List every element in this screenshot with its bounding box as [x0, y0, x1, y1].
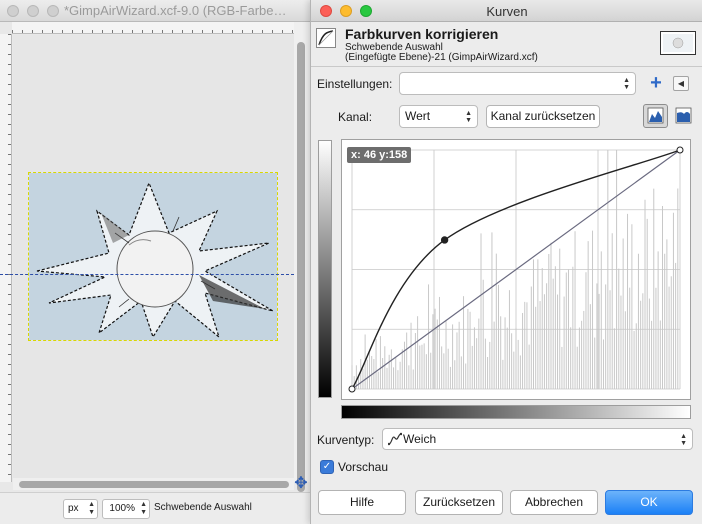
vertical-ruler[interactable] [0, 34, 12, 482]
horizontal-scroll-thumb[interactable] [19, 481, 289, 488]
logarithmic-histogram-icon[interactable] [671, 104, 696, 128]
add-preset-icon[interactable]: + [647, 73, 665, 93]
unit-arrows-icon: ▲ ▼ [88, 501, 95, 516]
sun-drawing-icon [29, 173, 277, 340]
unit-value: px [68, 503, 79, 514]
image-window-titlebar: *GimpAirWizard.xcf-9.0 (RGB-Farbe… [0, 0, 310, 22]
curve-control-point[interactable] [440, 236, 449, 244]
curve-type-arrows-icon: ▲ ▼ [680, 433, 687, 447]
dialog-heading: Farbkurven korrigieren [345, 26, 499, 42]
reset-button[interactable]: Zurücksetzen [415, 490, 503, 515]
curve-graph[interactable] [342, 140, 690, 399]
minimize-dot-icon[interactable] [27, 5, 39, 17]
channel-label: Kanal: [338, 110, 373, 124]
zoom-value: 100% [109, 503, 135, 514]
maximize-dot-icon[interactable] [47, 5, 59, 17]
preview-label[interactable]: Vorschau [338, 460, 388, 474]
linear-histogram-icon[interactable] [643, 104, 668, 128]
coordinate-readout: x: 46 y:158 [347, 147, 412, 163]
settings-label: Einstellungen: [317, 77, 393, 91]
status-text: Schwebende Auswahl [154, 502, 252, 513]
help-button[interactable]: Hilfe [318, 490, 406, 515]
curve-type-value: Weich [403, 432, 437, 446]
zoom-arrows-icon: ▲ ▼ [140, 501, 147, 516]
unit-selector[interactable]: px ▲ ▼ [63, 499, 98, 519]
layer-thumbnail [660, 31, 696, 55]
floating-selection-image[interactable] [28, 172, 278, 341]
dialog-titlebar: Kurven [311, 0, 702, 22]
curve-control-point[interactable] [676, 146, 684, 154]
header-divider [311, 66, 702, 67]
combo-arrows-icon: ▲ ▼ [623, 77, 630, 91]
horizontal-scrollbar[interactable] [13, 478, 294, 490]
layer-name: (Eingefügte Ebene)-21 (GimpAirWizard.xcf… [345, 52, 538, 63]
status-bar: px ▲ ▼ 100% ▲ ▼ Schwebende Auswahl [0, 492, 310, 524]
cancel-button[interactable]: Abbrechen [510, 490, 598, 515]
output-gradient-bar [318, 140, 332, 398]
vertical-scrollbar[interactable] [294, 22, 310, 492]
zoom-selector[interactable]: 100% ▲ ▼ [102, 499, 150, 519]
channel-combobox[interactable]: Wert ▲ ▼ [399, 105, 478, 128]
dialog-title: Kurven [486, 4, 528, 19]
channel-arrows-icon: ▲ ▼ [465, 110, 472, 124]
navigate-icon[interactable]: ✥ [293, 476, 309, 492]
guide-line[interactable] [0, 274, 294, 275]
reset-channel-button[interactable]: Kanal zurücksetzen [486, 105, 600, 128]
curves-tool-icon [316, 28, 336, 48]
curve-control-point[interactable] [348, 385, 356, 393]
close-dot-icon[interactable] [7, 5, 19, 17]
channel-value: Wert [405, 109, 431, 123]
vertical-scroll-thumb[interactable] [297, 42, 305, 492]
input-gradient-bar [341, 405, 691, 419]
preset-menu-icon[interactable]: ◀ [673, 76, 689, 91]
settings-combobox[interactable]: ▲ ▼ [399, 72, 636, 95]
curve-type-label: Kurventyp: [317, 433, 375, 447]
image-window: *GimpAirWizard.xcf-9.0 (RGB-Farbe… ✥ px … [0, 0, 310, 524]
preview-checkbox[interactable]: ✓ [320, 460, 334, 474]
smooth-curve-icon [387, 432, 403, 446]
ok-button[interactable]: OK [605, 490, 693, 515]
curve-editor[interactable]: x: 46 y:158 [341, 139, 691, 400]
curve-type-combobox[interactable]: Weich ▲ ▼ [382, 428, 693, 450]
image-window-title: *GimpAirWizard.xcf-9.0 (RGB-Farbe… [64, 3, 287, 18]
horizontal-ruler[interactable] [12, 22, 294, 34]
curves-dialog: Kurven Farbkurven korrigieren Schwebende… [310, 0, 702, 524]
